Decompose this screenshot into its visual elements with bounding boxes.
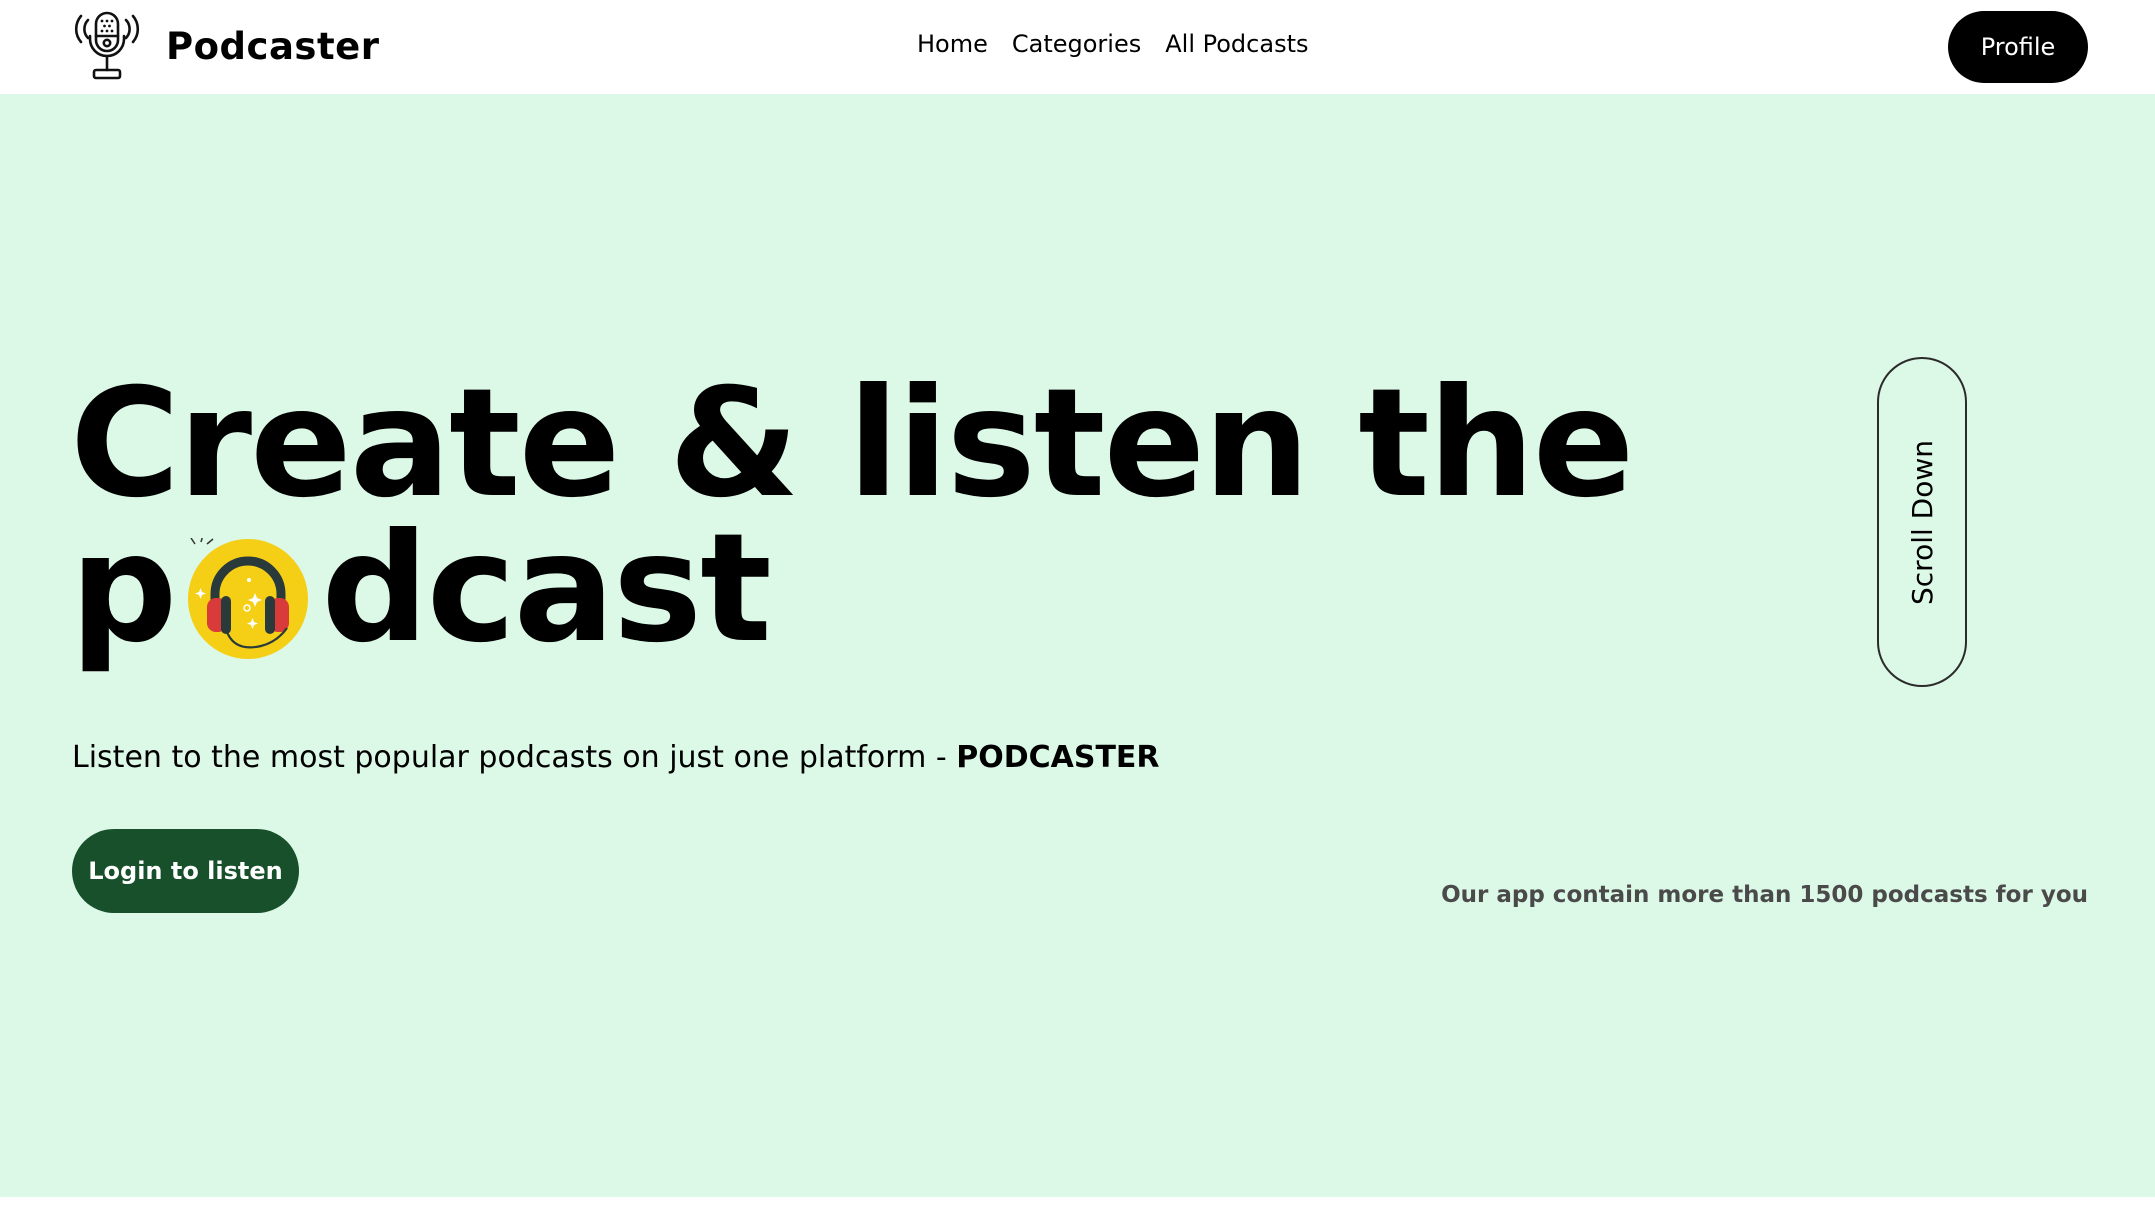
hero-headline: Create & listen the p dcast (70, 357, 1634, 676)
nav-links: Home Categories All Podcasts (917, 30, 1309, 58)
podcast-count-text: Our app contain more than 1500 podcasts … (1441, 882, 2088, 908)
subtitle-text: Listen to the most popular podcasts on j… (72, 740, 957, 775)
nav-home-link[interactable]: Home (917, 30, 988, 58)
headline-line-2: p dcast (70, 502, 1633, 676)
page-bottom-strip (0, 1197, 2155, 1228)
headline-word-dcast: dcast (321, 502, 771, 676)
brand-link[interactable]: Podcaster (72, 10, 379, 82)
headphones-icon (188, 537, 309, 659)
navbar: Podcaster Home Categories All Podcasts P… (0, 0, 2155, 94)
nav-all-podcasts-link[interactable]: All Podcasts (1165, 30, 1308, 58)
headline-letter-p: p (70, 502, 177, 676)
subtitle-brand: PODCASTER (956, 740, 1160, 775)
microphone-icon (74, 11, 140, 80)
brand-name: Podcaster (166, 24, 380, 68)
profile-button[interactable]: Profile (1948, 11, 2088, 83)
hero-subtitle: Listen to the most popular podcasts on j… (72, 740, 1160, 775)
scroll-down-button[interactable]: Scroll Down (1877, 357, 1967, 687)
scroll-down-label: Scroll Down (1905, 439, 1939, 605)
headline-line-1: Create & listen the (70, 357, 1634, 531)
nav-categories-link[interactable]: Categories (1012, 30, 1141, 58)
login-to-listen-button[interactable]: Login to listen (72, 829, 299, 913)
